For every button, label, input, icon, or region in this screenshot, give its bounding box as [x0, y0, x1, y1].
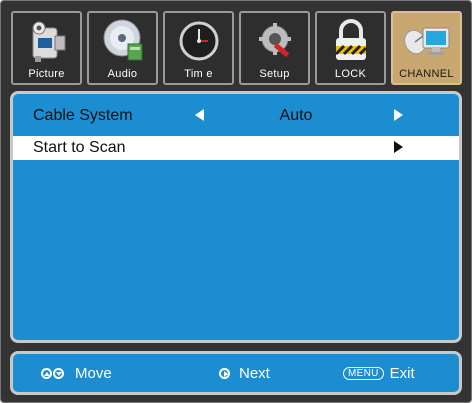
start-scan-label: Start to Scan	[33, 139, 126, 156]
tab-audio[interactable]: Audio	[87, 11, 158, 85]
camera-icon	[13, 16, 80, 66]
next-hint-label: Next	[239, 365, 270, 382]
cable-system-label: Cable System	[33, 107, 133, 124]
menu-key-icon: MENU	[343, 367, 384, 380]
next-hint: Next	[219, 365, 270, 382]
up-down-icon	[41, 368, 64, 379]
disc-icon	[89, 16, 156, 66]
tab-time-label: Tim e	[184, 68, 213, 80]
arrow-right-icon[interactable]	[394, 109, 403, 121]
tab-picture[interactable]: Picture	[11, 11, 82, 85]
move-hint: Move	[41, 365, 112, 382]
wrench-gear-icon	[241, 16, 308, 66]
move-hint-label: Move	[75, 365, 112, 382]
tab-picture-label: Picture	[28, 68, 65, 80]
arrow-right-icon[interactable]	[394, 141, 403, 153]
osd-window: Picture Audio Tim e Setup LOCK CHANNEL C…	[0, 0, 472, 403]
tab-lock[interactable]: LOCK	[315, 11, 386, 85]
tab-time[interactable]: Tim e	[163, 11, 234, 85]
menu-tabs: Picture Audio Tim e Setup LOCK CHANNEL	[11, 11, 463, 87]
tab-lock-label: LOCK	[334, 68, 367, 80]
footer-hints: Move Next MENU Exit	[10, 351, 462, 395]
tab-channel[interactable]: CHANNEL	[391, 11, 462, 85]
cable-system-value: Auto	[279, 107, 313, 124]
tab-channel-label: CHANNEL	[399, 68, 454, 80]
tab-setup-label: Setup	[259, 68, 290, 80]
channel-menu-panel: Cable System Auto Start to Scan	[10, 91, 462, 343]
lock-icon	[317, 16, 384, 66]
clock-icon	[165, 16, 232, 66]
arrow-left-icon[interactable]	[195, 109, 204, 121]
tab-audio-label: Audio	[107, 68, 138, 80]
start-scan-row[interactable]: Start to Scan	[13, 136, 459, 160]
satellite-dish-icon	[393, 16, 460, 66]
exit-hint: MENU Exit	[343, 365, 415, 382]
exit-hint-label: Exit	[389, 365, 415, 382]
tab-setup[interactable]: Setup	[239, 11, 310, 85]
next-arrow-icon	[219, 368, 230, 379]
cable-system-row[interactable]: Cable System Auto	[13, 104, 459, 128]
